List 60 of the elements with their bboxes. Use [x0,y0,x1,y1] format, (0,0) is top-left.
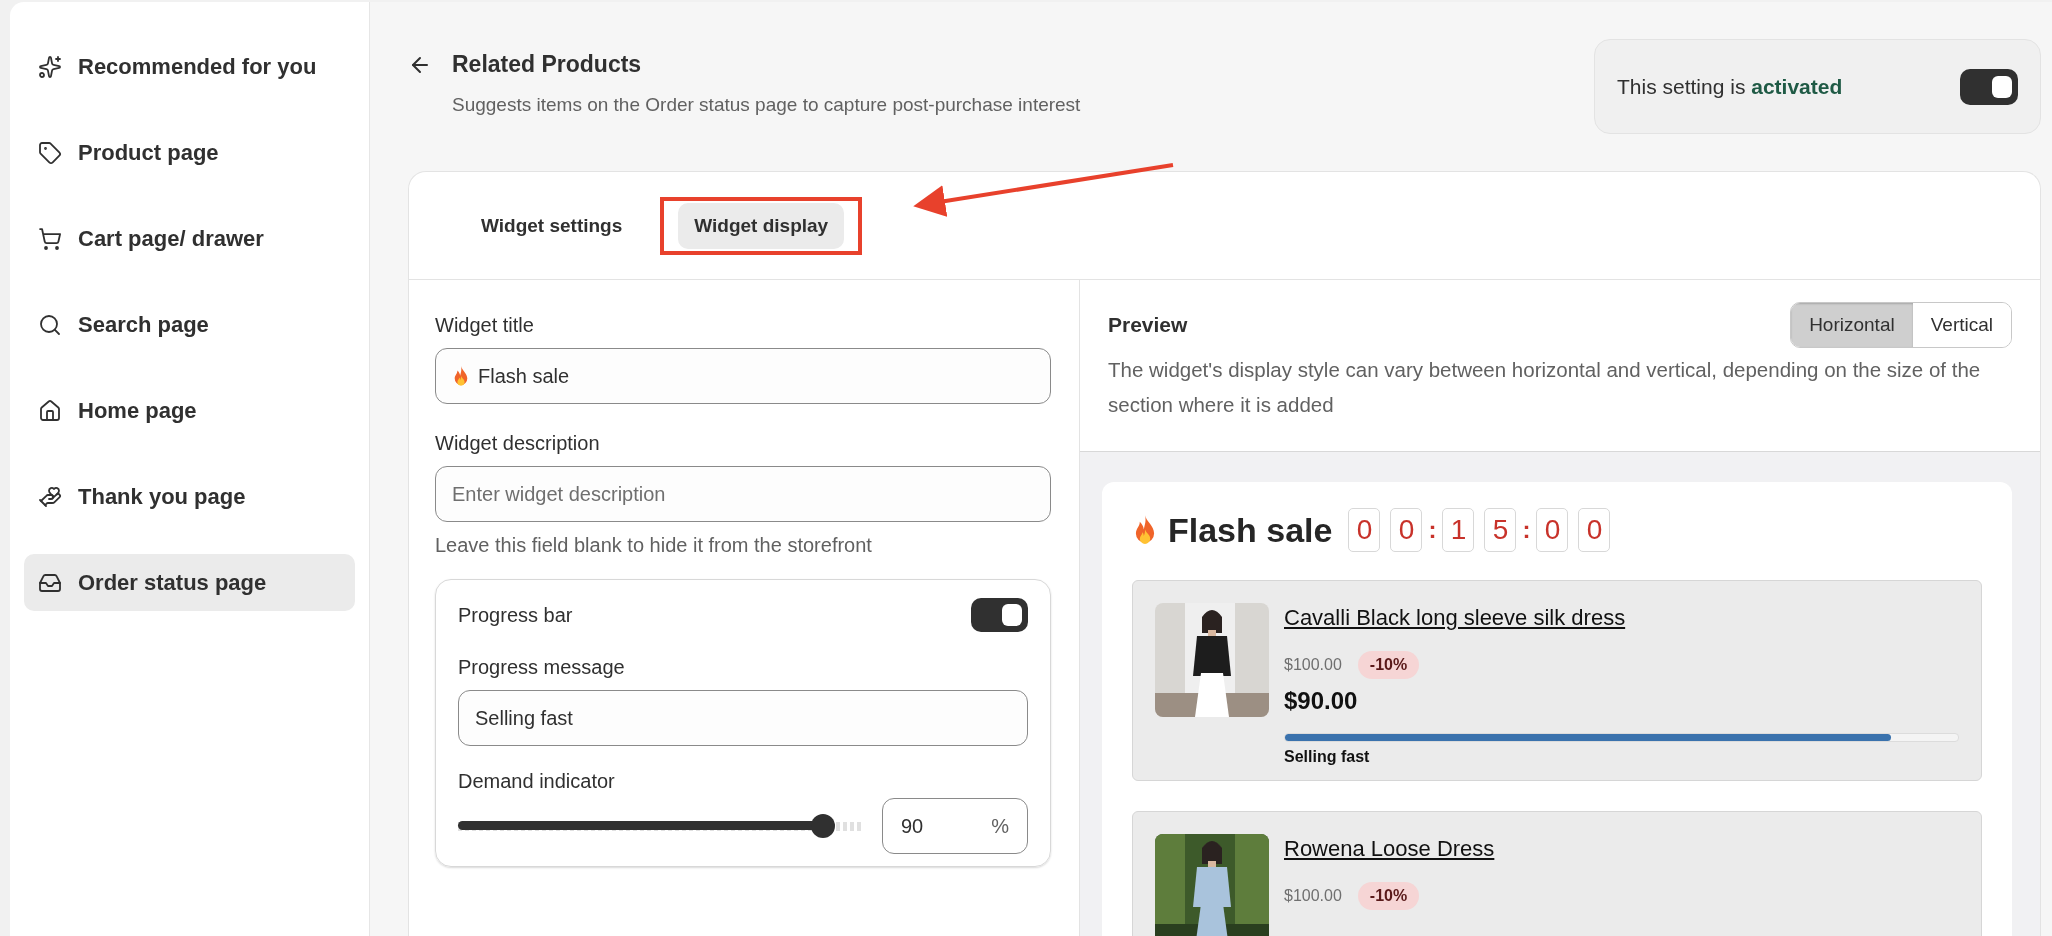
timer-digit: 5 [1484,508,1517,552]
nav-icon [38,398,62,423]
sidebar-item[interactable]: Search page [24,296,355,353]
sidebar-item[interactable]: Order status page [24,554,355,611]
number-field[interactable]: 90 % [882,798,1028,854]
product-link[interactable]: Cavalli Black long sleeve silk dress [1284,605,1959,631]
layout-option[interactable]: Horizontal [1791,303,1913,347]
description-field[interactable]: Enter widget description [435,466,1051,522]
timer-separator: : [1428,516,1437,544]
compare-price: $100.00 [1284,656,1342,674]
timer-digit: 1 [1442,508,1475,552]
section-description: The widget's display style can vary between horizontal and vertical, depending on the size of the section where it is added [1108,357,1982,418]
sidebar-label: Home page [78,397,197,424]
field-label: Progress bar [458,603,573,627]
compare-price: $100.00 [1284,887,1342,905]
sidebar-item[interactable]: Product page [24,124,355,181]
timer-digit: 0 [1348,508,1381,552]
timer-digit: 0 [1536,508,1569,552]
progress-label: Selling fast [1284,748,1371,766]
help-text: Leave this field blank to hide it from the storefront [435,534,873,557]
product-link[interactable]: Rowena Loose Dress [1284,836,1959,862]
timer-digit: 0 [1578,508,1611,552]
field-label: Demand indicator [458,770,616,793]
number-input[interactable]: 90 [901,799,992,853]
nav-icon [38,54,62,79]
timer-separator: : [1522,516,1531,544]
nav-icon [38,226,62,251]
product-price: $90.00 [1284,687,1359,715]
widget-title: Flash sale [1168,510,1333,550]
sidebar-label: Thank you page [78,483,246,510]
toggle-switch[interactable] [1960,68,2018,105]
nav-icon [38,484,62,509]
nav-icon [38,312,62,337]
field-label: Progress message [458,656,626,679]
status-text: This setting is activated [1617,74,1843,99]
page-subtitle: Suggests items on the Order status page to capture post-purchase interest [452,94,1081,116]
sidebar-item[interactable]: Thank you page [24,468,355,525]
section-title: Preview [1108,313,1188,337]
flame-icon [452,365,470,387]
sidebar-label: Recommended for you [78,53,317,80]
sidebar-item[interactable]: Home page [24,382,355,439]
unit-label: % [991,814,1009,838]
toggle-switch[interactable] [970,598,1028,632]
sidebar-item[interactable]: Recommended for you [24,38,355,95]
timer-digit: 0 [1390,508,1423,552]
message-field[interactable]: Selling fast [458,690,1028,746]
nav-icon [38,140,62,165]
field-label: Widget title [435,314,535,337]
tab[interactable]: Widget settings [465,202,639,249]
slider-thumb[interactable] [811,814,836,838]
sidebar-item[interactable]: Cart page/ drawer [24,210,355,267]
sidebar-label: Order status page [78,569,267,596]
sidebar-label: Cart page/ drawer [78,225,264,252]
tab[interactable]: Widget display [678,202,845,249]
sidebar-label: Product page [78,139,219,166]
discount-badge: -10% [1357,651,1420,679]
page-title: Related Products [452,51,642,78]
field-label: Widget description [435,432,601,455]
sidebar-label: Search page [78,311,209,338]
discount-badge: -10% [1357,882,1420,910]
